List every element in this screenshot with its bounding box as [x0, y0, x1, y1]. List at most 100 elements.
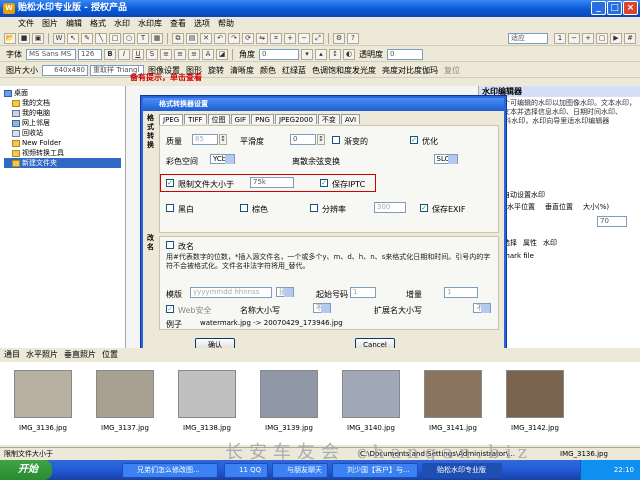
transparency-input[interactable]: 0: [387, 48, 423, 60]
thumbnail-image[interactable]: [260, 370, 318, 418]
image-icon[interactable]: ▦: [151, 32, 163, 44]
settings-icon[interactable]: ⚙: [333, 32, 345, 44]
menu-image[interactable]: 图片: [42, 17, 58, 31]
menu-watermark[interactable]: 水印: [114, 17, 130, 31]
grid-icon[interactable]: #: [624, 32, 636, 44]
smooth-spin-icon[interactable]: ↕: [317, 134, 325, 145]
ext-case-select[interactable]: 不变: [473, 303, 492, 313]
thumbnail-image[interactable]: [424, 370, 482, 418]
opacity-icon[interactable]: ◐: [343, 48, 355, 60]
tab-jpeg2000[interactable]: JPEG2000: [274, 114, 317, 124]
tab-properties[interactable]: 属性: [523, 238, 537, 248]
close-button[interactable]: ×: [623, 1, 638, 15]
angle-up-icon[interactable]: ▴: [315, 48, 327, 60]
delete-icon[interactable]: ✕: [200, 32, 212, 44]
crop-icon[interactable]: ⌗: [270, 32, 282, 44]
tab-avi[interactable]: AVI: [340, 114, 361, 124]
font-select[interactable]: MS Sans MS: [26, 48, 76, 60]
fit-icon[interactable]: ⤢: [312, 32, 324, 44]
color-space-select[interactable]: YCbCr: [210, 154, 235, 164]
menu-view[interactable]: 查看: [170, 17, 186, 31]
flip-icon[interactable]: ⇋: [256, 32, 268, 44]
sepia-checkbox[interactable]: [240, 204, 248, 212]
template-input[interactable]: yyyymmdd hhnnss: [190, 287, 272, 298]
sharpness-button[interactable]: 清晰度: [228, 65, 256, 76]
rotate-button[interactable]: 旋转: [206, 65, 226, 76]
menu-file[interactable]: 文件: [18, 17, 34, 31]
rename-checkbox[interactable]: [166, 241, 174, 249]
dpi-checkbox[interactable]: [310, 204, 318, 212]
dpi-input[interactable]: 300: [374, 202, 406, 213]
menu-help[interactable]: 帮助: [218, 17, 234, 31]
zoom-inc-icon[interactable]: +: [582, 32, 594, 44]
quality-spin-icon[interactable]: ↕: [219, 134, 227, 145]
tree-item-documents[interactable]: 我的文档: [4, 98, 121, 108]
name-case-select[interactable]: 不变: [312, 303, 331, 313]
align-right-icon[interactable]: ≡: [188, 48, 200, 60]
limit-size-input[interactable]: 75k: [250, 177, 294, 188]
tab-jpeg[interactable]: JPEG: [159, 114, 184, 125]
dct-select[interactable]: SLOW: [433, 154, 459, 164]
tree-item-network[interactable]: 网上邻居: [4, 118, 121, 128]
hint-text[interactable]: 备有提示，单击查看: [130, 72, 202, 83]
grayscale-checkbox[interactable]: [166, 204, 174, 212]
zoom-actual-icon[interactable]: 1: [554, 32, 566, 44]
align-center-icon[interactable]: ≡: [174, 48, 186, 60]
line-icon[interactable]: ╲: [95, 32, 107, 44]
color-button[interactable]: 颜色: [258, 65, 278, 76]
maximize-button[interactable]: □: [607, 1, 622, 15]
zoom-select[interactable]: 适应: [508, 32, 548, 44]
limit-size-checkbox[interactable]: ✓: [166, 179, 174, 187]
save-icon[interactable]: ■: [18, 32, 30, 44]
angle-down-icon[interactable]: ▾: [301, 48, 313, 60]
thumbnail-image[interactable]: [14, 370, 72, 418]
thumbnail-image[interactable]: [506, 370, 564, 418]
tab-watermark[interactable]: 水印: [543, 238, 557, 248]
optimize-checkbox[interactable]: ✓: [410, 136, 418, 144]
rotate-icon[interactable]: ⟳: [242, 32, 254, 44]
thumbnail-image[interactable]: [96, 370, 154, 418]
menu-watermark-lib[interactable]: 水印库: [138, 17, 162, 31]
pen-icon[interactable]: ✎: [81, 32, 93, 44]
insert-select[interactable]: 插入: [276, 287, 294, 297]
ellipse-icon[interactable]: ○: [123, 32, 135, 44]
quality-input[interactable]: 85: [192, 134, 218, 145]
tree-item-selected-folder[interactable]: 新建文件夹: [4, 158, 121, 168]
zoom-out-icon[interactable]: −: [298, 32, 310, 44]
tab-unchanged[interactable]: 不变: [317, 114, 340, 124]
thumbnail-image[interactable]: [342, 370, 400, 418]
websafe-checkbox[interactable]: ✓: [166, 305, 174, 313]
minimize-button[interactable]: _: [591, 1, 606, 15]
tree-item-desktop[interactable]: 桌面: [4, 88, 121, 98]
color-icon[interactable]: A: [202, 48, 214, 60]
fullscreen-icon[interactable]: ▢: [596, 32, 608, 44]
copy-icon[interactable]: ⧉: [172, 32, 184, 44]
pointer-icon[interactable]: ↖: [67, 32, 79, 44]
rectangle-icon[interactable]: □: [109, 32, 121, 44]
progressive-checkbox[interactable]: [332, 136, 340, 144]
hsl-button[interactable]: 色调饱和度发光度: [310, 65, 378, 76]
italic-icon[interactable]: I: [118, 48, 130, 60]
step-input[interactable]: 1: [444, 287, 478, 298]
keep-exif-checkbox[interactable]: ✓: [420, 204, 428, 212]
taskbar-item[interactable]: 兄弟们怎么修改图...: [122, 463, 218, 478]
help-icon[interactable]: ?: [347, 32, 359, 44]
align-left-icon[interactable]: ≡: [160, 48, 172, 60]
open-icon[interactable]: 📂: [4, 32, 16, 44]
thumbnail-image[interactable]: [178, 370, 236, 418]
taskbar-item[interactable]: 刘少国【客户】与...: [332, 463, 418, 478]
tree-item-recycle[interactable]: 回收站: [4, 128, 121, 138]
start-input[interactable]: 1: [350, 287, 376, 298]
tree-item-new-folder[interactable]: New Folder: [4, 138, 121, 148]
keep-iptc-checkbox[interactable]: ✓: [320, 179, 328, 187]
taskbar-item-active[interactable]: 贻松水印专业版: [422, 463, 502, 478]
tab-vertical[interactable]: 垂直照片: [64, 348, 96, 362]
tab-png[interactable]: PNG: [251, 114, 274, 124]
slideshow-icon[interactable]: ▶: [610, 32, 622, 44]
menu-options[interactable]: 选项: [194, 17, 210, 31]
strike-icon[interactable]: S: [146, 48, 158, 60]
shadow-icon[interactable]: ◪: [216, 48, 228, 60]
menu-edit[interactable]: 编辑: [66, 17, 82, 31]
tree-item-computer[interactable]: 我的电脑: [4, 108, 121, 118]
size-input[interactable]: 70: [597, 216, 627, 227]
